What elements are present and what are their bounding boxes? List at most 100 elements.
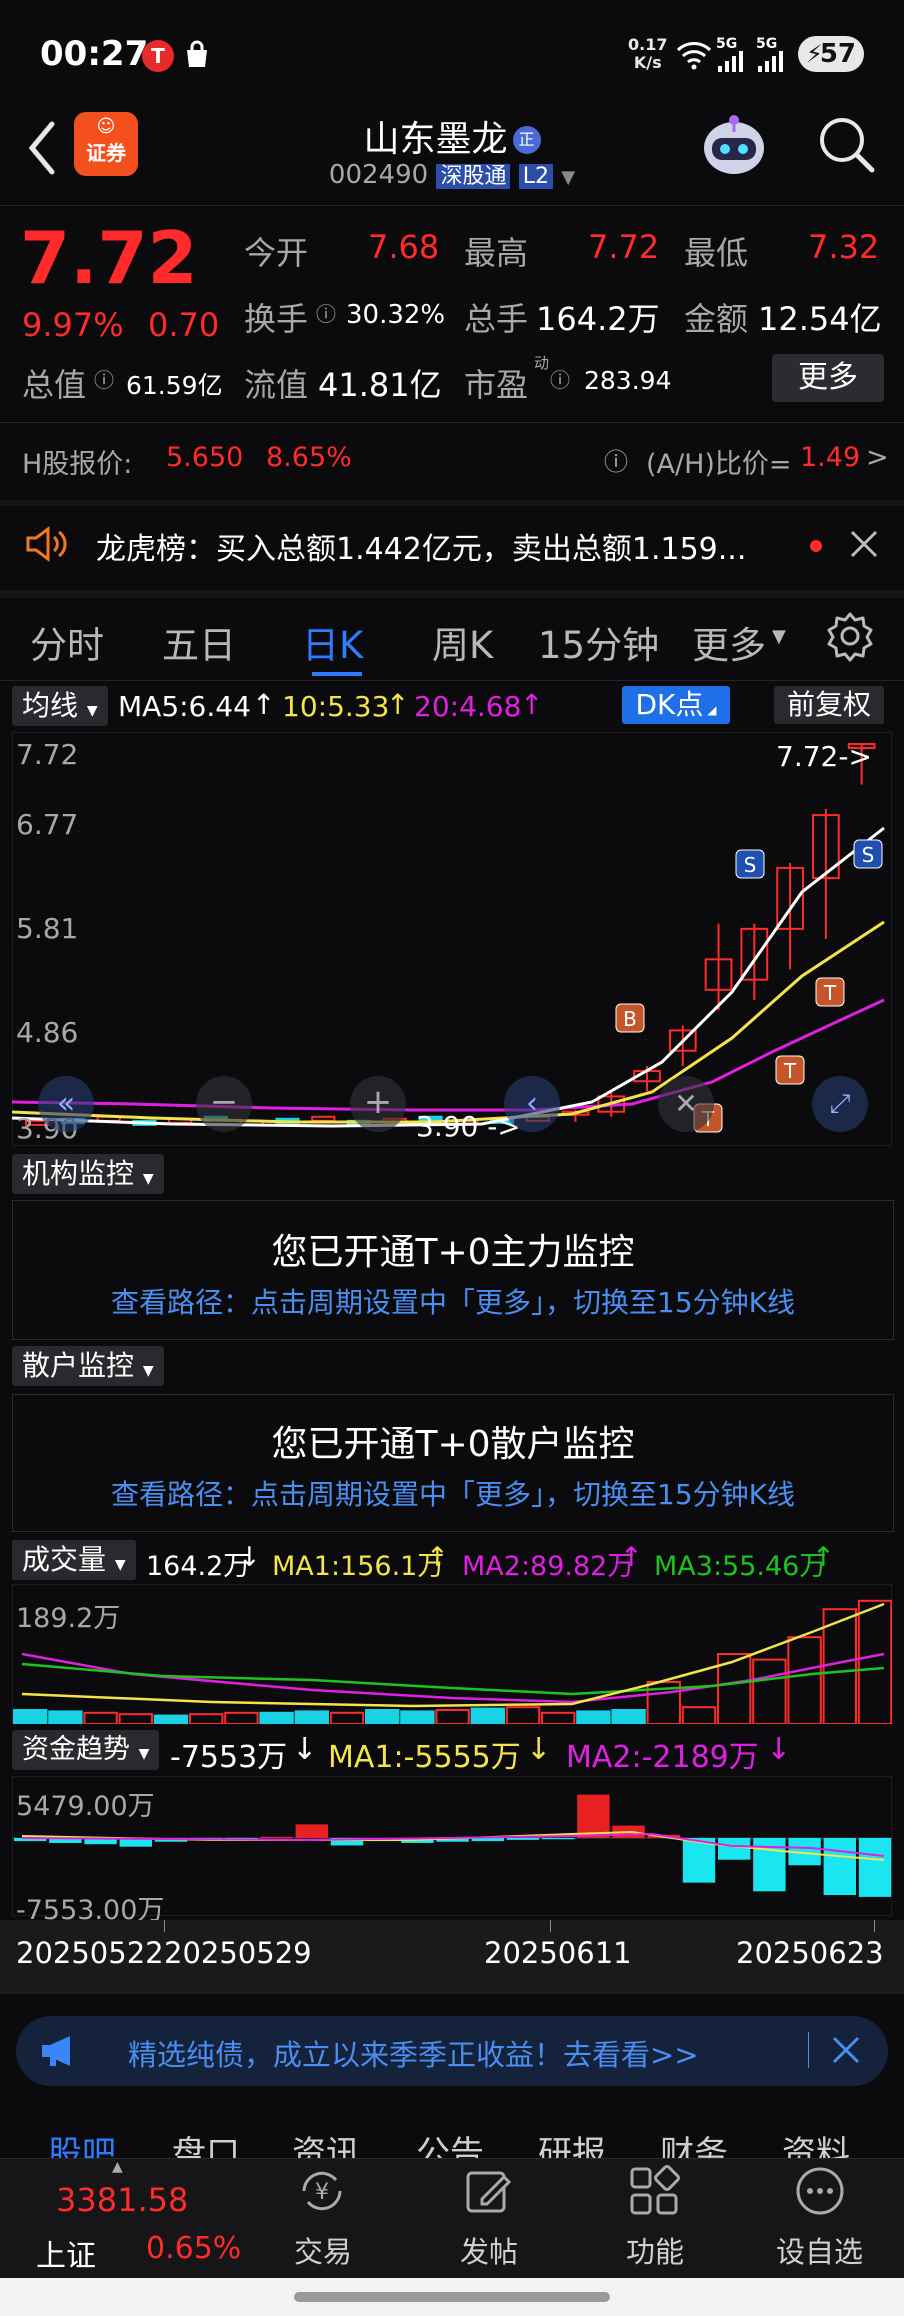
open-value: 7.68 — [368, 228, 440, 266]
shopping-bag-icon — [182, 40, 212, 70]
low-value: 7.32 — [808, 228, 880, 266]
fund-bar — [718, 1838, 751, 1860]
volume-bar — [153, 1714, 189, 1724]
stock-header: ☺ 证券 山东墨龙 正 002490 深股通 L2 ▼ — [0, 110, 904, 202]
adjust-button[interactable]: 前复权 — [774, 686, 884, 724]
mktcap-value: 61.59亿 — [126, 371, 223, 400]
more-button[interactable]: 更多 — [772, 354, 884, 402]
retail-monitor-path[interactable]: 查看路径：点击周期设置中「更多」，切换至15分钟K线 — [13, 1473, 893, 1513]
tab-finance[interactable]: 财务 — [660, 2126, 728, 2158]
battery-icon: ⚡ 57 — [798, 36, 864, 72]
dropdown-caret-icon[interactable]: ▼ — [561, 167, 575, 188]
zoom-out-icon[interactable]: − — [196, 1076, 252, 1132]
trade-icon[interactable]: ¥ — [294, 2163, 350, 2223]
ma-select-label: 均线 — [22, 689, 79, 722]
volume-select[interactable]: 成交量 ▼ — [12, 1540, 136, 1580]
reset-icon[interactable]: ✕ — [658, 1076, 714, 1132]
low-label: 最低 — [684, 234, 749, 272]
volume-chart[interactable] — [12, 1584, 892, 1724]
edit-post-icon[interactable] — [460, 2163, 516, 2223]
status-time: 00:27 — [40, 34, 149, 74]
up-arrow: ↑ — [812, 1542, 835, 1573]
tab-guba[interactable]: 股吧 — [48, 2126, 116, 2158]
price-label-top: 7.72 — [16, 738, 79, 771]
index-pct: 0.65% — [146, 2231, 242, 2266]
dk-point-button[interactable]: DK点 ◢ — [622, 686, 730, 724]
volume-label: 总手 — [464, 300, 529, 338]
signal-marker-label: B — [623, 1007, 637, 1031]
tab-five-day[interactable]: 五日 — [162, 615, 236, 669]
tab-announcements[interactable]: 公告 — [416, 2126, 484, 2158]
tab-pankou[interactable]: 盘口 — [172, 2126, 240, 2158]
tab-news[interactable]: 资讯 — [292, 2126, 360, 2158]
speaker-icon — [24, 524, 70, 568]
ma10-up-arrow: ↑ — [386, 688, 410, 721]
nav-func-label[interactable]: 功能 — [626, 2229, 684, 2271]
nav-post-label[interactable]: 发帖 — [460, 2229, 518, 2271]
open-label: 今开 — [244, 234, 309, 272]
volume-bar — [470, 1707, 505, 1724]
close-icon[interactable] — [830, 2034, 862, 2070]
tab-more[interactable]: 更多 — [692, 615, 766, 669]
nav-trade-label[interactable]: 交易 — [294, 2229, 352, 2271]
info-icon[interactable]: ⓘ — [94, 364, 114, 393]
index-value[interactable]: 3381.58 — [56, 2181, 188, 2219]
nav-custom-label[interactable]: 设自选 — [776, 2229, 863, 2271]
more-dots-icon[interactable] — [792, 2163, 848, 2223]
pe-value: 283.94 — [584, 366, 672, 395]
search-icon[interactable] — [814, 112, 878, 176]
prev-icon[interactable]: ‹ — [504, 1076, 560, 1132]
signal2-icon — [756, 50, 788, 76]
volume-bar — [365, 1709, 400, 1724]
low-price-tag: 3.90 -> — [416, 1110, 521, 1143]
unread-dot — [810, 540, 822, 552]
amount-value: 12.54亿 — [758, 300, 882, 338]
change-pct: 9.97% — [22, 306, 124, 344]
tab-research[interactable]: 研报 — [538, 2126, 606, 2158]
tab-weekly-k[interactable]: 周K — [432, 615, 493, 669]
ma10-legend: 10:5.33 — [282, 690, 390, 723]
inst-monitor-path[interactable]: 查看路径：点击周期设置中「更多」，切换至15分钟K线 — [13, 1281, 893, 1321]
ma-legend-row: 均线 ▼ MA5:6.44 ↑ 10:5.33 ↑ 20:4.68 ↑ DK点 … — [0, 686, 904, 726]
ad-banner[interactable]: 精选纯债，成立以来季季正收益！去看看>> — [16, 2016, 888, 2086]
kline-chart[interactable]: BTTTSS — [12, 732, 892, 1146]
chevron-right-icon[interactable]: > — [866, 442, 889, 473]
tab-daily-k[interactable]: 日K — [302, 615, 363, 669]
up-arrow: ↑ — [426, 1542, 449, 1573]
tab-profile[interactable]: 资料 — [782, 2126, 850, 2158]
up-arrow: ↑ — [620, 1542, 643, 1573]
ma5-up-arrow: ↑ — [252, 688, 276, 721]
tab-15min[interactable]: 15分钟 — [538, 615, 659, 669]
retail-monitor-title: 散户监控 — [22, 1349, 135, 1382]
volume-ma3: MA3:55.46万 — [654, 1551, 827, 1582]
robot-assistant-icon[interactable] — [698, 110, 770, 182]
change-amt: 0.70 — [148, 306, 220, 344]
info-icon[interactable]: ⓘ — [316, 298, 336, 327]
scroll-left-icon[interactable]: « — [38, 1076, 94, 1132]
battery-level: 57 — [819, 39, 856, 69]
ma-select-button[interactable]: 均线 ▼ — [12, 686, 108, 726]
down-arrow: ↓ — [292, 1732, 318, 1767]
close-icon[interactable] — [848, 528, 880, 564]
fund-select[interactable]: 资金趋势 ▼ — [12, 1730, 160, 1770]
inst-monitor-heading: 您已开通T+0主力监控 — [271, 1232, 635, 1273]
help-icon[interactable]: ⓘ — [604, 442, 628, 477]
inst-monitor-select[interactable]: 机构监控 ▼ — [12, 1154, 164, 1194]
retail-monitor-select[interactable]: 散户监控 ▼ — [12, 1346, 164, 1386]
down-arrow: ↓ — [526, 1732, 552, 1767]
function-grid-icon[interactable] — [626, 2163, 682, 2223]
dragon-tiger-notice[interactable]: 龙虎榜：买入总额1.442亿元，卖出总额1.159... — [0, 510, 904, 580]
gear-icon[interactable] — [824, 610, 876, 666]
fund-ma1: MA1:-5555万 — [328, 1740, 521, 1775]
volume-max-label: 189.2万 — [16, 1603, 121, 1634]
price-label-3: 5.81 — [16, 912, 79, 945]
info-icon[interactable]: ⓘ — [550, 364, 570, 393]
price-label-2: 6.77 — [16, 808, 79, 841]
signal-marker-label: S — [744, 853, 757, 877]
tab-intraday[interactable]: 分时 — [30, 615, 104, 669]
fullscreen-icon[interactable]: ⤢ — [812, 1076, 868, 1132]
fund-bar — [506, 1838, 540, 1840]
float-label: 流值 — [244, 366, 309, 404]
zoom-in-icon[interactable]: + — [350, 1076, 406, 1132]
volume-value: 164.2万 — [536, 300, 660, 338]
